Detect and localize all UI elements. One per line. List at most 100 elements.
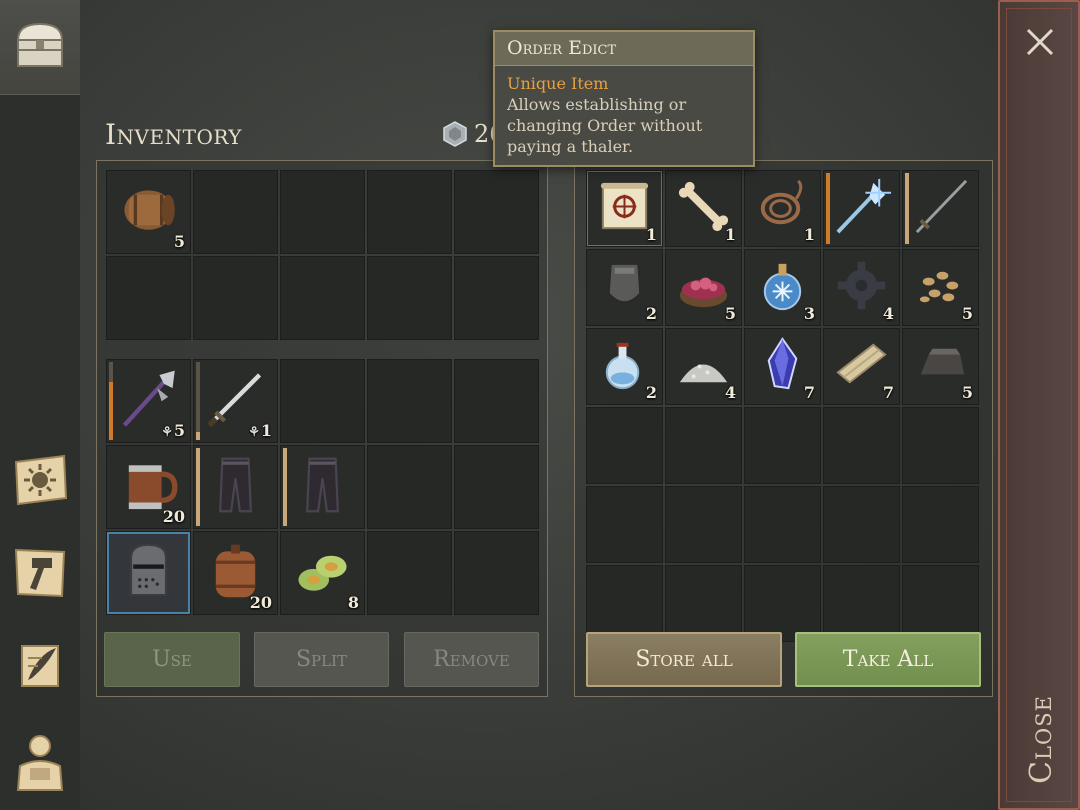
empty-slot[interactable] — [586, 486, 663, 563]
close-button[interactable]: Close — [1002, 692, 1080, 787]
empty-slot[interactable] — [902, 486, 979, 563]
durability-icon: ⚘ — [161, 425, 173, 440]
empty-slot[interactable] — [586, 565, 663, 642]
scroll-quill-icon[interactable] — [8, 634, 72, 698]
item-count: 4 — [883, 304, 894, 323]
item-count-value: 1 — [803, 225, 815, 244]
item-slot[interactable]: 3 — [744, 249, 821, 326]
item-slot[interactable] — [106, 531, 191, 615]
empty-slot[interactable] — [280, 170, 365, 254]
empty-slot[interactable] — [823, 407, 900, 484]
item-slot[interactable]: 5 — [106, 170, 191, 254]
item-slot[interactable] — [902, 170, 979, 247]
tooltip-description: Allows establishing or changing Order wi… — [507, 95, 703, 156]
empty-slot[interactable] — [454, 531, 539, 615]
item-slot[interactable]: 1 — [586, 170, 663, 247]
empty-slot[interactable] — [454, 445, 539, 529]
item-count-value: 5 — [961, 383, 973, 402]
item-slot[interactable]: 2 — [586, 249, 663, 326]
item-count-value: 20 — [249, 593, 272, 612]
item-slot[interactable]: 7 — [744, 328, 821, 405]
item-count: 7 — [804, 383, 815, 402]
empty-slot[interactable] — [744, 565, 821, 642]
inventory-title: Inventory — [105, 118, 242, 151]
sidebar-tab-inventory[interactable] — [0, 0, 80, 95]
empty-slot[interactable] — [367, 256, 452, 340]
item-slot[interactable]: 4 — [665, 328, 742, 405]
item-slot[interactable]: 5 — [665, 249, 742, 326]
empty-slot[interactable] — [454, 359, 539, 443]
empty-slot[interactable] — [902, 565, 979, 642]
item-slot[interactable]: ⚘5 — [106, 359, 191, 443]
item-count: 8 — [348, 593, 359, 612]
leather-pants-icon — [287, 450, 358, 520]
sidebar — [0, 0, 80, 810]
item-count-value: 4 — [724, 383, 736, 402]
item-count: 20 — [163, 507, 185, 526]
empty-slot[interactable] — [665, 486, 742, 563]
item-count: 20 — [250, 593, 272, 612]
empty-slot[interactable] — [823, 565, 900, 642]
empty-slot[interactable] — [744, 486, 821, 563]
close-icon[interactable] — [1022, 24, 1058, 60]
item-slot[interactable]: 1 — [665, 170, 742, 247]
item-slot[interactable] — [823, 170, 900, 247]
character-icon[interactable] — [8, 728, 72, 792]
item-count: 5 — [174, 232, 185, 251]
empty-slot[interactable] — [665, 565, 742, 642]
empty-slot[interactable] — [280, 359, 365, 443]
item-count: ⚘1 — [248, 421, 272, 440]
item-count-value: 20 — [162, 507, 185, 526]
empty-slot[interactable] — [586, 407, 663, 484]
item-count-value: 7 — [882, 383, 894, 402]
item-count: 2 — [646, 383, 657, 402]
silver-coin-icon — [443, 121, 467, 147]
empty-slot[interactable] — [744, 407, 821, 484]
item-slot[interactable]: 2 — [586, 328, 663, 405]
item-count: 5 — [962, 383, 973, 402]
item-slot[interactable] — [280, 445, 365, 529]
use-button[interactable]: Use — [104, 632, 240, 687]
empty-slot[interactable] — [823, 486, 900, 563]
item-count: ⚘5 — [161, 421, 185, 440]
empty-slot[interactable] — [367, 170, 452, 254]
empty-slot[interactable] — [454, 256, 539, 340]
split-button[interactable]: Split — [254, 632, 389, 687]
item-slot[interactable]: 20 — [106, 445, 191, 529]
empty-slot[interactable] — [665, 407, 742, 484]
item-count-value: 5 — [961, 304, 973, 323]
empty-slot[interactable] — [106, 256, 191, 340]
item-count: 1 — [804, 225, 815, 244]
item-slot[interactable]: 5 — [902, 328, 979, 405]
empty-slot[interactable] — [193, 170, 278, 254]
empty-slot[interactable] — [367, 445, 452, 529]
item-slot[interactable]: ⚘1 — [193, 359, 278, 443]
item-slot[interactable]: 20 — [193, 531, 278, 615]
item-count-value: 7 — [803, 383, 815, 402]
item-slot[interactable]: 8 — [280, 531, 365, 615]
item-slot[interactable] — [193, 445, 278, 529]
item-slot[interactable]: 1 — [744, 170, 821, 247]
empty-slot[interactable] — [367, 531, 452, 615]
item-slot[interactable]: 7 — [823, 328, 900, 405]
empty-slot[interactable] — [367, 359, 452, 443]
sun-map-icon[interactable] — [8, 448, 72, 512]
store-all-button[interactable]: Store all — [586, 632, 782, 687]
empty-slot[interactable] — [902, 407, 979, 484]
tooltip-title: Order Edict — [495, 32, 753, 66]
take-all-button[interactable]: Take All — [795, 632, 981, 687]
crafting-hammer-icon[interactable] — [8, 540, 72, 604]
item-count-value: 1 — [645, 225, 657, 244]
close-panel[interactable]: Close — [998, 0, 1080, 810]
empty-slot[interactable] — [193, 256, 278, 340]
item-slot[interactable]: 5 — [902, 249, 979, 326]
empty-slot[interactable] — [280, 256, 365, 340]
item-count: 4 — [725, 383, 736, 402]
remove-button[interactable]: Remove — [404, 632, 539, 687]
item-count: 7 — [883, 383, 894, 402]
empty-slot[interactable] — [454, 170, 539, 254]
item-slot[interactable]: 4 — [823, 249, 900, 326]
item-count-value: 3 — [803, 304, 815, 323]
leather-pants-icon — [200, 450, 271, 520]
storage-grid: 1 1 1 2 5 3 4 5 2 4 7 7 5 — [586, 170, 979, 642]
